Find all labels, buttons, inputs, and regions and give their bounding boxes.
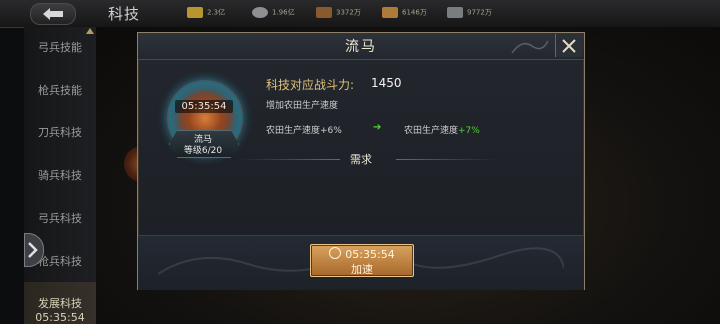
requirements-label: 需求 [350, 153, 372, 166]
speed-up-button[interactable]: 05:35:54 加速 [310, 244, 414, 277]
speed-up-time: 05:35:54 [345, 248, 395, 261]
resource-stone[interactable]: 9772万 [447, 7, 492, 18]
stone-icon [447, 7, 463, 18]
resource-value: 9772万 [467, 8, 492, 17]
scroll-up-icon [86, 28, 94, 34]
top-bar: 科技 2.3亿 1.96亿 3372万 6146万 9772万 [0, 0, 720, 28]
sidebar-item-cavalry-tech[interactable]: 骑兵科技 [24, 167, 96, 183]
resource-wood[interactable]: 3372万 [316, 7, 361, 18]
resource-value: 6146万 [402, 8, 427, 17]
resource-value: 2.3亿 [207, 8, 226, 17]
resource-iron[interactable]: 6146万 [382, 7, 427, 18]
sidebar-item-blade-tech[interactable]: 刀兵科技 [24, 124, 96, 140]
close-icon [562, 39, 576, 53]
dialog-title: 流马 [345, 39, 377, 55]
close-button[interactable] [555, 34, 582, 57]
wood-icon [316, 7, 332, 18]
dialog-header: 流马 [138, 33, 584, 60]
clock-icon [329, 247, 342, 259]
sidebar: 弓兵技能 枪兵技能 刀兵科技 骑兵科技 弓兵科技 枪兵科技 发展科技 05:35… [24, 27, 96, 324]
resource-value: 3372万 [336, 8, 361, 17]
chevron-right-icon [28, 242, 38, 258]
stat-next-value: +7% [458, 126, 480, 136]
sidebar-item-archer-skill[interactable]: 弓兵技能 [24, 39, 96, 55]
divider [396, 159, 496, 160]
stat-current: 农田生产速度+6% [266, 126, 342, 136]
page-title: 科技 [108, 5, 141, 23]
stat-next: 农田生产速度+7% [404, 123, 480, 136]
sidebar-item-label: 发展科技 [38, 297, 82, 310]
sidebar-item-timer: 05:35:54 [35, 311, 85, 324]
resource-grain[interactable]: 2.3亿 [187, 7, 225, 18]
iron-icon [382, 7, 398, 18]
stat-next-label: 农田生产速度 [404, 126, 459, 136]
sidebar-item-spear-skill[interactable]: 枪兵技能 [24, 82, 96, 98]
power-value: 1450 [371, 76, 402, 90]
tech-description: 增加农田生产速度 [266, 101, 339, 111]
power-label: 科技对应战斗力: [266, 78, 355, 92]
arrow-right-icon: ➔ [373, 122, 382, 133]
speed-up-label: 加速 [351, 263, 373, 276]
grain-icon [187, 7, 203, 18]
resource-silver[interactable]: 1.96亿 [252, 7, 295, 18]
sidebar-item-development-tech[interactable]: 发展科技 05:35:54 [24, 282, 96, 324]
tech-detail-dialog: 流马 05:35:54 流马 等级6/20 科技对应战斗力: 1450 增加农田… [137, 32, 585, 290]
back-button[interactable] [30, 3, 76, 25]
silver-icon [252, 7, 268, 18]
speed-up-time-row: 05:35:54 [311, 247, 413, 261]
research-timer: 05:35:54 [175, 100, 233, 113]
back-arrow-icon [43, 8, 63, 20]
sidebar-item-archer-tech[interactable]: 弓兵科技 [24, 210, 96, 226]
resource-value: 1.96亿 [272, 8, 295, 17]
